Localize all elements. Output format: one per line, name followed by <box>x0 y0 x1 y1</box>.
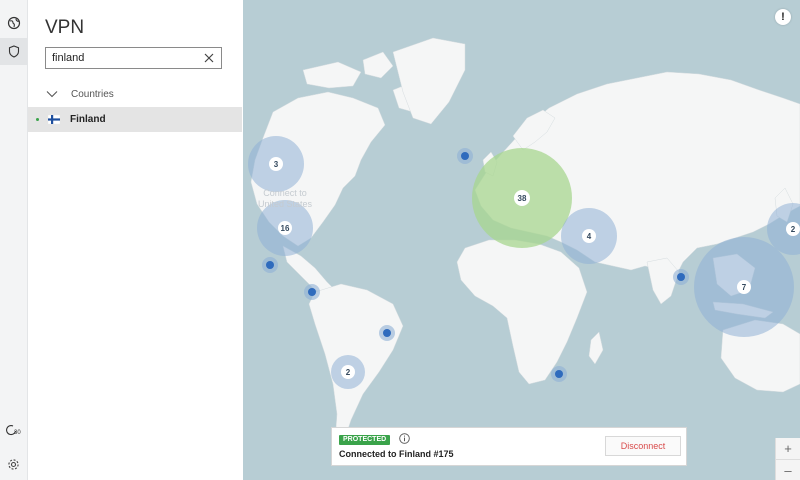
close-icon[interactable] <box>202 51 216 65</box>
connected-status-dot <box>36 118 39 121</box>
world-map[interactable]: 3 16 38 4 7 2 2 Connect to United States… <box>243 0 800 480</box>
cluster-count: 7 <box>742 283 747 292</box>
gear-icon[interactable] <box>0 451 27 478</box>
info-icon[interactable] <box>399 433 410 444</box>
search-box[interactable] <box>45 47 222 69</box>
zoom-controls: + – <box>775 438 800 480</box>
server-panel: VPN Countries Finland <box>28 0 244 480</box>
cluster-count: 4 <box>587 232 592 241</box>
cluster-count: 3 <box>274 160 279 169</box>
cluster-count: 38 <box>518 194 527 203</box>
finland-flag-icon <box>48 115 60 124</box>
faded-map-label: United States <box>258 199 313 209</box>
cluster-count: 2 <box>346 368 351 377</box>
countries-group-header[interactable]: Countries <box>45 86 114 102</box>
map-canvas: 3 16 38 4 7 2 2 Connect to United States <box>248 37 800 445</box>
panel-title: VPN <box>45 17 85 38</box>
group-label: Countries <box>71 88 114 100</box>
shield-icon[interactable] <box>0 38 27 65</box>
country-name: Finland <box>70 114 106 125</box>
connection-status-card: PROTECTED Connected to Finland #175 Disc… <box>331 427 687 466</box>
svg-text:30: 30 <box>14 430 21 436</box>
status-badge: PROTECTED <box>339 435 391 445</box>
cluster-count: 2 <box>791 225 796 234</box>
search-input[interactable] <box>52 50 192 66</box>
chevron-down-icon <box>46 91 58 98</box>
country-item-finland[interactable]: Finland <box>28 107 242 132</box>
timer-30-icon[interactable]: 30 <box>0 416 27 443</box>
faded-map-label: Connect to <box>263 188 307 198</box>
nav-rail: 30 <box>0 0 28 480</box>
disconnect-button[interactable]: Disconnect <box>605 436 681 456</box>
connection-text: Connected to Finland #175 <box>339 449 454 459</box>
zoom-in-button[interactable]: + <box>776 438 800 459</box>
cluster-count: 16 <box>281 224 290 233</box>
help-button[interactable]: ! <box>775 9 791 25</box>
zoom-out-button[interactable]: – <box>776 459 800 480</box>
globe-icon[interactable] <box>0 9 27 36</box>
